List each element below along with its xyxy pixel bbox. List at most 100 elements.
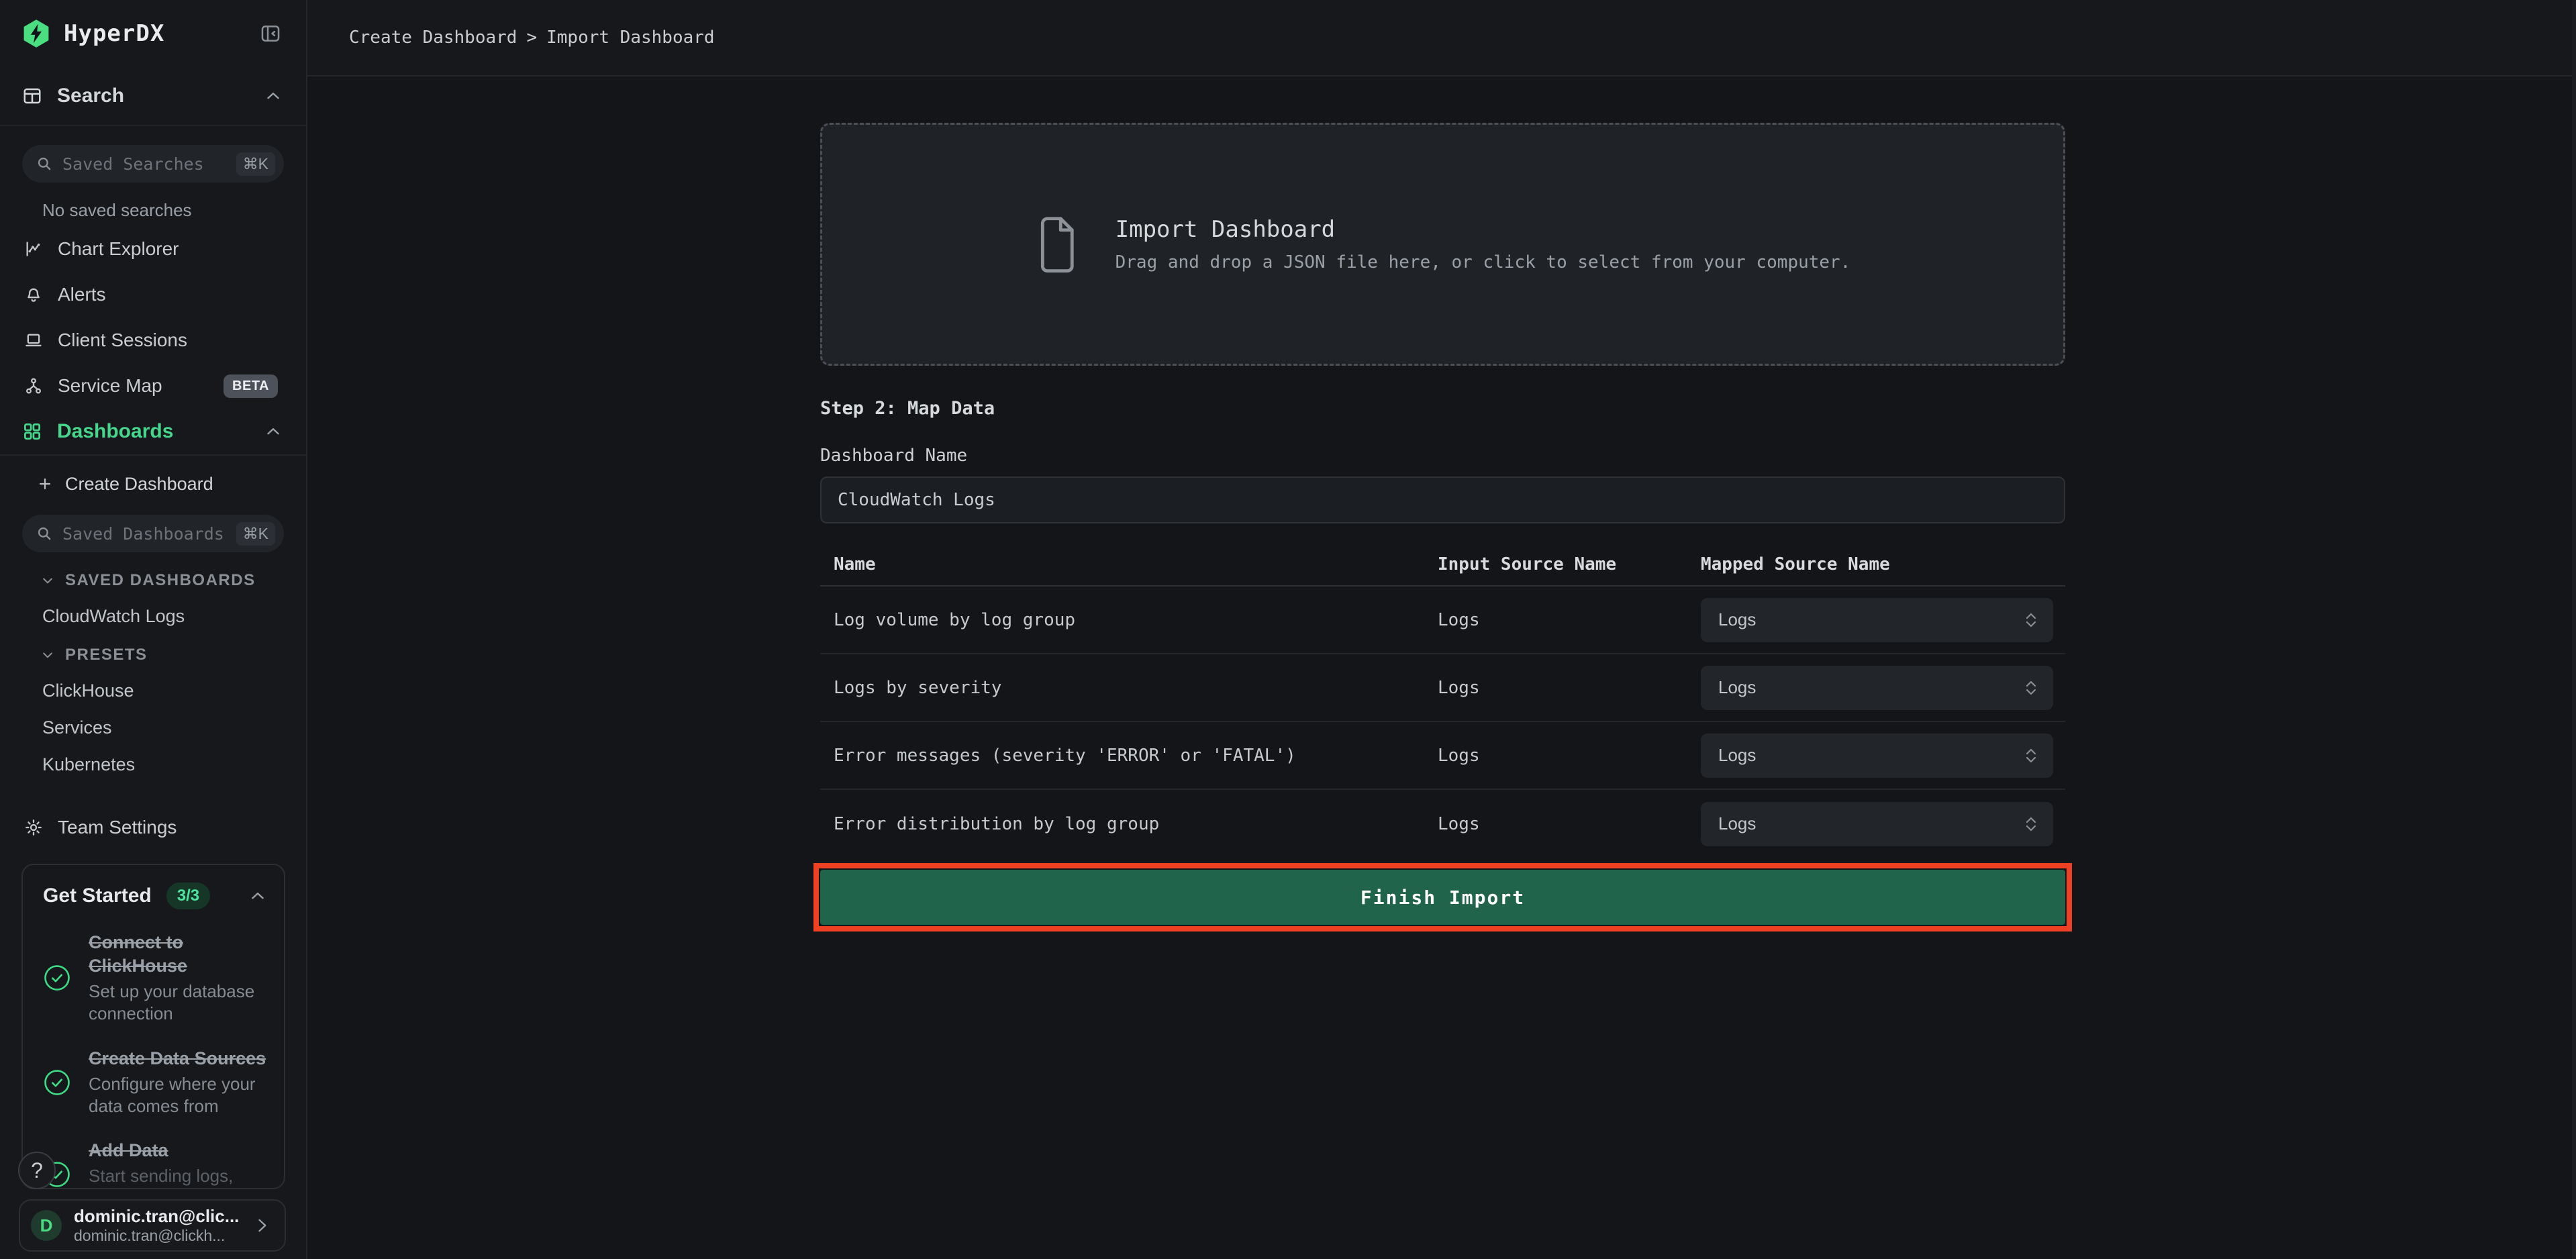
- dashboards-icon: [22, 421, 42, 442]
- laptop-icon: [24, 331, 43, 350]
- chevron-down-icon: [41, 574, 54, 587]
- shortcut-badge: ⌘K: [236, 152, 275, 176]
- saved-dashboards-group-header[interactable]: SAVED DASHBOARDS: [41, 571, 284, 590]
- selected-option: Logs: [1718, 677, 1756, 698]
- saved-dashboards-input[interactable]: Saved Dashboards ⌘K: [22, 515, 284, 552]
- dashboards-section-label: Dashboards: [57, 420, 173, 443]
- table-header-row: Name Input Source Name Mapped Source Nam…: [820, 544, 2065, 587]
- sidebar-item-alerts[interactable]: Alerts: [0, 272, 306, 317]
- scrollbar-track[interactable]: [2572, 0, 2576, 1259]
- mapped-source-select[interactable]: Logs: [1701, 666, 2053, 710]
- app-title: HyperDX: [64, 20, 164, 47]
- shortcut-badge: ⌘K: [236, 522, 275, 546]
- table-row: Log volume by log group Logs Logs: [820, 587, 2065, 654]
- table-row: Logs by severity Logs Logs: [820, 654, 2065, 722]
- sidebar-item-service-map[interactable]: Service Map BETA: [0, 363, 306, 409]
- chevron-down-icon: [41, 648, 54, 662]
- get-started-panel: Get Started 3/3 Connect to ClickHouse Se…: [21, 864, 285, 1189]
- saved-searches-placeholder: Saved Searches: [62, 154, 204, 174]
- presets-group-header[interactable]: PRESETS: [41, 646, 284, 664]
- input-source-cell: Logs: [1438, 610, 1701, 630]
- sidebar-item-client-sessions[interactable]: Client Sessions: [0, 317, 306, 363]
- sidebar-item-label: Client Sessions: [58, 330, 187, 351]
- dashboard-name-input[interactable]: [820, 476, 2065, 523]
- sidebar-item-team-settings[interactable]: Team Settings: [0, 805, 306, 850]
- breadcrumb-create-dashboard[interactable]: Create Dashboard: [349, 28, 517, 48]
- create-dashboard-label: Create Dashboard: [65, 474, 213, 495]
- create-dashboard-button[interactable]: Create Dashboard: [22, 464, 284, 504]
- logo-row: HyperDX: [0, 0, 306, 67]
- sidebar-section-search[interactable]: Search: [0, 67, 306, 126]
- chevron-right-icon: [252, 1216, 271, 1235]
- column-header-input-source: Input Source Name: [1438, 554, 1701, 574]
- chart-name-cell: Log volume by log group: [834, 610, 1438, 630]
- saved-searches-input[interactable]: Saved Searches ⌘K: [22, 145, 284, 183]
- collapse-sidebar-icon[interactable]: [259, 22, 282, 45]
- sidebar-item-label: Chart Explorer: [58, 238, 179, 260]
- input-source-cell: Logs: [1438, 746, 1701, 766]
- get-started-item-title: Add Data: [89, 1139, 266, 1162]
- select-chevrons-icon: [2024, 745, 2038, 766]
- chart-name-cell: Error messages (severity 'ERROR' or 'FAT…: [834, 746, 1438, 766]
- get-started-item-add-data[interactable]: Add Data Start sending logs, metrics, or…: [43, 1139, 266, 1189]
- get-started-item-desc: Set up your database connection: [89, 980, 266, 1025]
- dropzone-title: Import Dashboard: [1116, 216, 1851, 243]
- import-dashboard-content: Import Dashboard Drag and drop a JSON fi…: [307, 77, 2576, 1259]
- table-row: Error distribution by log group Logs Log…: [820, 790, 2065, 858]
- presets-group-label: PRESETS: [65, 646, 148, 664]
- step-title: Step 2: Map Data: [820, 398, 2576, 419]
- sidebar-item-clickhouse[interactable]: ClickHouse: [42, 681, 284, 701]
- input-source-cell: Logs: [1438, 678, 1701, 698]
- search-section-label: Search: [57, 85, 124, 107]
- get-started-item-title: Create Data Sources: [89, 1047, 266, 1070]
- mapped-source-select[interactable]: Logs: [1701, 802, 2053, 846]
- check-circle-icon: [43, 1068, 71, 1097]
- selected-option: Logs: [1718, 813, 1756, 834]
- chart-explorer-icon: [24, 240, 43, 258]
- plus-icon: [37, 476, 53, 492]
- selected-option: Logs: [1718, 609, 1756, 630]
- source-mapping-table: Name Input Source Name Mapped Source Nam…: [820, 544, 2065, 858]
- sidebar: HyperDX Search: [0, 0, 307, 1259]
- hyperdx-logo-icon: [21, 18, 52, 49]
- finish-import-button[interactable]: Finish Import: [820, 870, 2065, 925]
- get-started-header[interactable]: Get Started 3/3: [43, 883, 266, 909]
- table-row: Error messages (severity 'ERROR' or 'FAT…: [820, 722, 2065, 790]
- json-file-dropzone[interactable]: Import Dashboard Drag and drop a JSON fi…: [820, 123, 2065, 366]
- no-saved-searches-text: No saved searches: [42, 200, 284, 221]
- help-button[interactable]: ?: [18, 1152, 56, 1189]
- avatar: D: [31, 1210, 62, 1241]
- saved-dashboards-group-label: SAVED DASHBOARDS: [65, 571, 256, 590]
- app-root: HyperDX Search: [0, 0, 2576, 1259]
- mapped-source-select[interactable]: Logs: [1701, 598, 2053, 642]
- sidebar-section-dashboards[interactable]: Dashboards: [0, 409, 306, 456]
- column-header-name: Name: [834, 554, 1438, 574]
- breadcrumb-separator: >: [526, 28, 537, 48]
- search-icon: [36, 525, 53, 542]
- search-icon: [36, 155, 53, 172]
- column-header-mapped-source: Mapped Source Name: [1701, 554, 2065, 574]
- dashboard-name-label: Dashboard Name: [820, 446, 2576, 466]
- chart-name-cell: Logs by severity: [834, 678, 1438, 698]
- breadcrumb: Create Dashboard > Import Dashboard: [307, 0, 2576, 77]
- breadcrumb-import-dashboard: Import Dashboard: [546, 28, 714, 48]
- get-started-item-sources[interactable]: Create Data Sources Configure where your…: [43, 1047, 266, 1118]
- sidebar-item-cloudwatch-logs[interactable]: CloudWatch Logs: [42, 606, 284, 627]
- sidebar-item-chart-explorer[interactable]: Chart Explorer: [0, 226, 306, 272]
- get-started-title: Get Started: [43, 885, 152, 907]
- sidebar-item-label: Alerts: [58, 284, 106, 305]
- mapped-source-select[interactable]: Logs: [1701, 734, 2053, 778]
- get-started-item-connect[interactable]: Connect to ClickHouse Set up your databa…: [43, 931, 266, 1025]
- sidebar-item-kubernetes[interactable]: Kubernetes: [42, 754, 284, 775]
- bell-icon: [24, 285, 43, 304]
- chevron-up-icon: [264, 423, 282, 440]
- gear-icon: [24, 818, 43, 837]
- chart-name-cell: Error distribution by log group: [834, 814, 1438, 834]
- input-source-cell: Logs: [1438, 814, 1701, 834]
- check-circle-icon: [43, 964, 71, 992]
- service-map-icon: [24, 376, 43, 395]
- get-started-progress-badge: 3/3: [166, 883, 210, 909]
- user-account-button[interactable]: D dominic.tran@clic... dominic.tran@clic…: [19, 1199, 286, 1252]
- get-started-item-desc: Configure where your data comes from: [89, 1073, 266, 1118]
- sidebar-item-services[interactable]: Services: [42, 717, 284, 738]
